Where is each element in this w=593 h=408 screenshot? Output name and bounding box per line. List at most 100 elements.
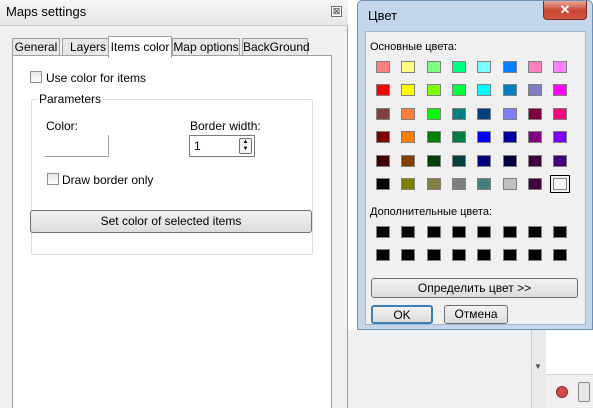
color-cell[interactable] bbox=[527, 107, 542, 120]
tab-background[interactable]: BackGround bbox=[242, 38, 310, 56]
color-cell[interactable] bbox=[502, 154, 517, 167]
color-cell[interactable] bbox=[477, 84, 492, 97]
color-cell[interactable] bbox=[401, 226, 416, 238]
define-custom-color-button[interactable]: Определить цвет >> bbox=[371, 278, 578, 298]
tab-general[interactable]: General bbox=[12, 38, 60, 56]
color-cell[interactable] bbox=[527, 226, 542, 238]
draw-border-only-checkbox[interactable] bbox=[47, 173, 59, 185]
color-cell[interactable] bbox=[401, 84, 416, 97]
color-cell[interactable] bbox=[451, 226, 466, 238]
color-cell[interactable] bbox=[502, 178, 517, 190]
basic-colors-label: Основные цвета: bbox=[370, 41, 458, 53]
color-dialog-title: Цвет bbox=[368, 8, 398, 23]
color-cell[interactable] bbox=[550, 175, 571, 193]
color-cell[interactable] bbox=[426, 226, 441, 238]
color-cell[interactable] bbox=[553, 249, 568, 261]
color-dialog-client: Основные цвета: Дополнительные цвета: Оп… bbox=[365, 31, 586, 325]
cancel-button[interactable]: Отмена bbox=[444, 305, 508, 324]
use-color-checkbox[interactable] bbox=[30, 71, 42, 83]
color-cell[interactable] bbox=[527, 84, 542, 97]
color-cell[interactable] bbox=[426, 154, 441, 167]
color-cell[interactable] bbox=[426, 61, 441, 73]
color-cell[interactable] bbox=[426, 131, 441, 144]
color-cell[interactable] bbox=[376, 84, 390, 97]
color-cell[interactable] bbox=[502, 249, 517, 261]
color-cell[interactable] bbox=[553, 131, 568, 144]
color-cell[interactable] bbox=[426, 107, 441, 120]
color-dialog: Цвет ✕ Основные цвета: Дополнительные цв… bbox=[357, 0, 593, 330]
color-cell[interactable] bbox=[502, 84, 517, 97]
color-cell[interactable] bbox=[527, 131, 542, 144]
color-cell[interactable] bbox=[477, 131, 492, 144]
custom-colors-label: Дополнительные цвета: bbox=[370, 206, 492, 218]
color-cell[interactable] bbox=[477, 107, 492, 120]
color-cell[interactable] bbox=[376, 154, 390, 167]
color-cell[interactable] bbox=[451, 84, 466, 97]
color-cell[interactable] bbox=[502, 61, 517, 73]
color-cell[interactable] bbox=[477, 154, 492, 167]
color-cell[interactable] bbox=[451, 131, 466, 144]
scroll-down-arrow-icon[interactable]: ▼ bbox=[534, 362, 542, 371]
color-cell[interactable] bbox=[477, 178, 492, 190]
color-cell[interactable] bbox=[477, 61, 492, 73]
zoom-slider-handle[interactable] bbox=[578, 382, 590, 402]
zoom-icon[interactable] bbox=[556, 386, 568, 398]
color-cell[interactable] bbox=[401, 249, 416, 261]
close-icon[interactable]: ✕ bbox=[543, 1, 587, 20]
color-cell[interactable] bbox=[401, 131, 416, 144]
color-cell[interactable] bbox=[527, 249, 542, 261]
color-cell[interactable] bbox=[426, 84, 441, 97]
maps-settings-panel: Maps settings ⊠ General Layers Items col… bbox=[0, 0, 348, 408]
parameters-group-title: Parameters bbox=[37, 92, 104, 106]
color-cell[interactable] bbox=[376, 249, 390, 261]
color-cell[interactable] bbox=[376, 107, 390, 120]
color-cell[interactable] bbox=[451, 61, 466, 73]
border-width-value: 1 bbox=[194, 139, 201, 153]
draw-border-only-label: Draw border only bbox=[62, 173, 154, 187]
color-cell[interactable] bbox=[451, 178, 466, 190]
color-cell[interactable] bbox=[477, 249, 492, 261]
color-cell[interactable] bbox=[527, 178, 542, 190]
color-cell[interactable] bbox=[376, 61, 390, 73]
maps-settings-title: Maps settings bbox=[6, 4, 87, 19]
color-cell[interactable] bbox=[451, 154, 466, 167]
color-cell[interactable] bbox=[451, 249, 466, 261]
color-cell[interactable] bbox=[527, 154, 542, 167]
color-cell[interactable] bbox=[502, 226, 517, 238]
color-cell[interactable] bbox=[553, 226, 568, 238]
color-cell[interactable] bbox=[451, 107, 466, 120]
color-label: Color: bbox=[46, 119, 79, 133]
color-cell[interactable] bbox=[376, 131, 390, 144]
color-cell[interactable] bbox=[502, 131, 517, 144]
color-cell[interactable] bbox=[502, 107, 517, 120]
border-width-spinbox[interactable]: 1 ▲ ▼ bbox=[189, 135, 255, 157]
color-cell[interactable] bbox=[401, 154, 416, 167]
color-cell[interactable] bbox=[553, 61, 568, 73]
color-swatch[interactable] bbox=[45, 135, 109, 157]
color-cell[interactable] bbox=[477, 226, 492, 238]
color-cell[interactable] bbox=[376, 178, 390, 190]
use-color-label: Use color for items bbox=[46, 71, 147, 85]
color-cell[interactable] bbox=[426, 178, 441, 190]
border-width-label: Border width: bbox=[190, 119, 261, 133]
tab-items-color[interactable]: Items color bbox=[108, 36, 172, 58]
color-cell[interactable] bbox=[426, 249, 441, 261]
items-color-tab-panel: Use color for items Parameters Color: Bo… bbox=[12, 55, 332, 408]
color-cell[interactable] bbox=[527, 61, 542, 73]
set-color-button[interactable]: Set color of selected items bbox=[30, 210, 312, 233]
maps-settings-titlebar[interactable]: Maps settings ⊠ bbox=[0, 0, 348, 26]
tab-layers[interactable]: Layers bbox=[62, 38, 114, 56]
color-cell[interactable] bbox=[553, 154, 568, 167]
spin-arrows-icon[interactable]: ▲ ▼ bbox=[239, 138, 252, 154]
color-cell[interactable] bbox=[376, 226, 390, 238]
color-cell[interactable] bbox=[401, 178, 416, 190]
background-canvas bbox=[546, 330, 593, 375]
close-icon[interactable]: ⊠ bbox=[331, 6, 342, 17]
color-cell[interactable] bbox=[553, 107, 568, 120]
background-scrollbar[interactable]: ▼ bbox=[531, 330, 546, 408]
ok-button[interactable]: OK bbox=[371, 305, 433, 324]
color-cell[interactable] bbox=[401, 61, 416, 73]
color-cell[interactable] bbox=[401, 107, 416, 120]
tab-map-options[interactable]: Map options bbox=[172, 38, 240, 56]
color-cell[interactable] bbox=[553, 84, 568, 97]
